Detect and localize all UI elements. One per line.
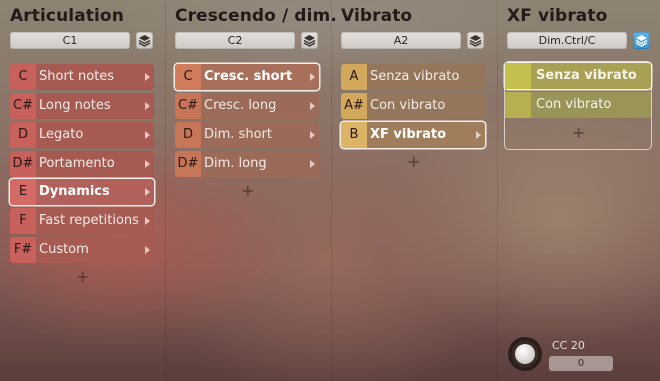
column-title: XF vibrato bbox=[507, 6, 608, 26]
item-label: Custom bbox=[39, 242, 89, 257]
vibrato-column: Vibrato A2 A Senza vibrato A# Con vibrat… bbox=[331, 0, 498, 381]
column-title: Crescendo / dim. bbox=[175, 6, 337, 26]
list-item-selected[interactable]: C Cresc. short bbox=[175, 64, 319, 90]
layers-icon[interactable] bbox=[467, 32, 484, 49]
item-key: C# bbox=[10, 93, 36, 119]
item-key: E bbox=[10, 179, 36, 205]
list-item-selected[interactable]: B XF vibrato bbox=[341, 122, 485, 148]
list-item[interactable]: C Short notes bbox=[10, 64, 154, 90]
list-item[interactable]: Con vibrato bbox=[505, 92, 651, 118]
list-item[interactable]: F# Custom bbox=[10, 237, 154, 263]
item-key: D# bbox=[175, 151, 201, 177]
column-title: Vibrato bbox=[341, 6, 413, 26]
item-key: D bbox=[175, 122, 201, 148]
chevron-right-icon bbox=[145, 102, 150, 110]
chevron-right-icon bbox=[145, 131, 150, 139]
item-key: F# bbox=[10, 237, 36, 263]
selector-field[interactable]: C1 bbox=[10, 32, 130, 49]
selector-field[interactable]: C2 bbox=[175, 32, 295, 49]
list-item[interactable]: D# Dim. long bbox=[175, 151, 319, 177]
item-label: Dim. long bbox=[204, 156, 267, 171]
item-label: Portamento bbox=[39, 156, 115, 171]
item-key: B bbox=[341, 122, 367, 148]
list-item[interactable]: C# Long notes bbox=[10, 93, 154, 119]
chevron-right-icon bbox=[145, 160, 150, 168]
chevron-right-icon bbox=[310, 102, 315, 110]
item-label: Cresc. long bbox=[204, 98, 277, 113]
list-item[interactable]: A Senza vibrato bbox=[341, 64, 485, 90]
item-label: XF vibrato bbox=[370, 127, 446, 142]
item-label: Dynamics bbox=[39, 184, 110, 199]
item-key: D bbox=[10, 122, 36, 148]
controller-value-field[interactable]: 0 bbox=[549, 356, 613, 371]
layers-icon[interactable] bbox=[301, 32, 318, 49]
add-button[interactable]: + bbox=[407, 152, 420, 171]
item-key: A# bbox=[341, 93, 367, 119]
controller-label: CC 20 bbox=[552, 339, 585, 352]
list-item[interactable]: C# Cresc. long bbox=[175, 93, 319, 119]
list-item-selected[interactable]: Senza vibrato bbox=[505, 63, 651, 89]
selector-field[interactable]: A2 bbox=[341, 32, 461, 49]
add-button[interactable]: + bbox=[572, 123, 585, 142]
chevron-right-icon bbox=[310, 73, 315, 81]
item-label: Senza vibrato bbox=[370, 69, 460, 84]
chevron-right-icon bbox=[145, 188, 150, 196]
list-item[interactable]: D Dim. short bbox=[175, 122, 319, 148]
layers-icon[interactable] bbox=[633, 32, 650, 49]
chevron-right-icon bbox=[145, 246, 150, 254]
item-key: A bbox=[341, 64, 367, 90]
xf-vibrato-column: XF vibrato Dim.Ctrl/C bbox=[497, 0, 660, 381]
articulation-column: Articulation C1 C Short notes C# Long no… bbox=[0, 0, 166, 381]
chevron-right-icon bbox=[310, 160, 315, 168]
item-key bbox=[505, 92, 531, 118]
item-label: Dim. short bbox=[204, 127, 272, 142]
column-title: Articulation bbox=[10, 6, 124, 26]
chevron-right-icon bbox=[145, 217, 150, 225]
item-key: C bbox=[175, 64, 201, 90]
item-label: Legato bbox=[39, 127, 84, 142]
add-button[interactable]: + bbox=[76, 267, 89, 286]
list-item-selected[interactable]: E Dynamics bbox=[10, 179, 154, 205]
item-label: Con vibrato bbox=[536, 97, 612, 112]
item-key: C bbox=[10, 64, 36, 90]
layers-icon[interactable] bbox=[136, 32, 153, 49]
item-label: Con vibrato bbox=[370, 98, 446, 113]
list-item[interactable]: F Fast repetitions bbox=[10, 208, 154, 234]
list-item[interactable]: D Legato bbox=[10, 122, 154, 148]
chevron-right-icon bbox=[310, 131, 315, 139]
item-key: F bbox=[10, 208, 36, 234]
chevron-right-icon bbox=[476, 131, 481, 139]
item-key: C# bbox=[175, 93, 201, 119]
knob-handle[interactable] bbox=[515, 344, 535, 364]
item-label: Long notes bbox=[39, 98, 111, 113]
item-key bbox=[505, 63, 531, 89]
item-label: Senza vibrato bbox=[536, 68, 637, 83]
knob-icon[interactable] bbox=[508, 337, 542, 371]
selector-field[interactable]: Dim.Ctrl/C bbox=[507, 32, 627, 49]
item-label: Short notes bbox=[39, 69, 115, 84]
crescendo-column: Crescendo / dim. C2 C Cresc. short C# Cr… bbox=[165, 0, 337, 381]
list-item[interactable]: A# Con vibrato bbox=[341, 93, 485, 119]
item-key: D# bbox=[10, 151, 36, 177]
item-label: Cresc. short bbox=[204, 69, 293, 84]
add-button[interactable]: + bbox=[241, 181, 254, 200]
item-label: Fast repetitions bbox=[39, 213, 139, 228]
chevron-right-icon bbox=[145, 73, 150, 81]
list-item[interactable]: D# Portamento bbox=[10, 151, 154, 177]
xf-list: Senza vibrato Con vibrato + bbox=[505, 62, 651, 149]
